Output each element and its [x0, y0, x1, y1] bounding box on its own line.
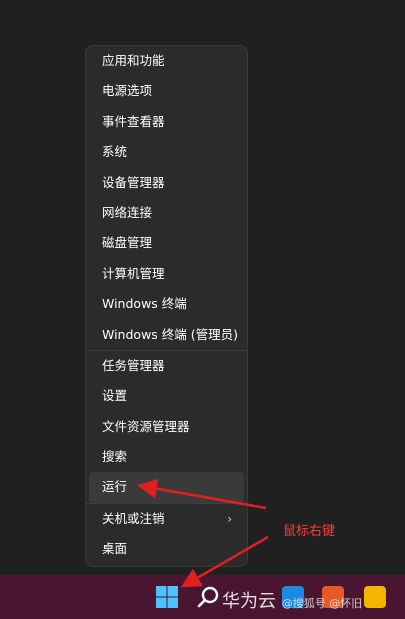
- annotation-arrows: [137, 478, 269, 588]
- arrow-to-run-item: [137, 478, 267, 510]
- arrow-to-start-button: [180, 535, 269, 588]
